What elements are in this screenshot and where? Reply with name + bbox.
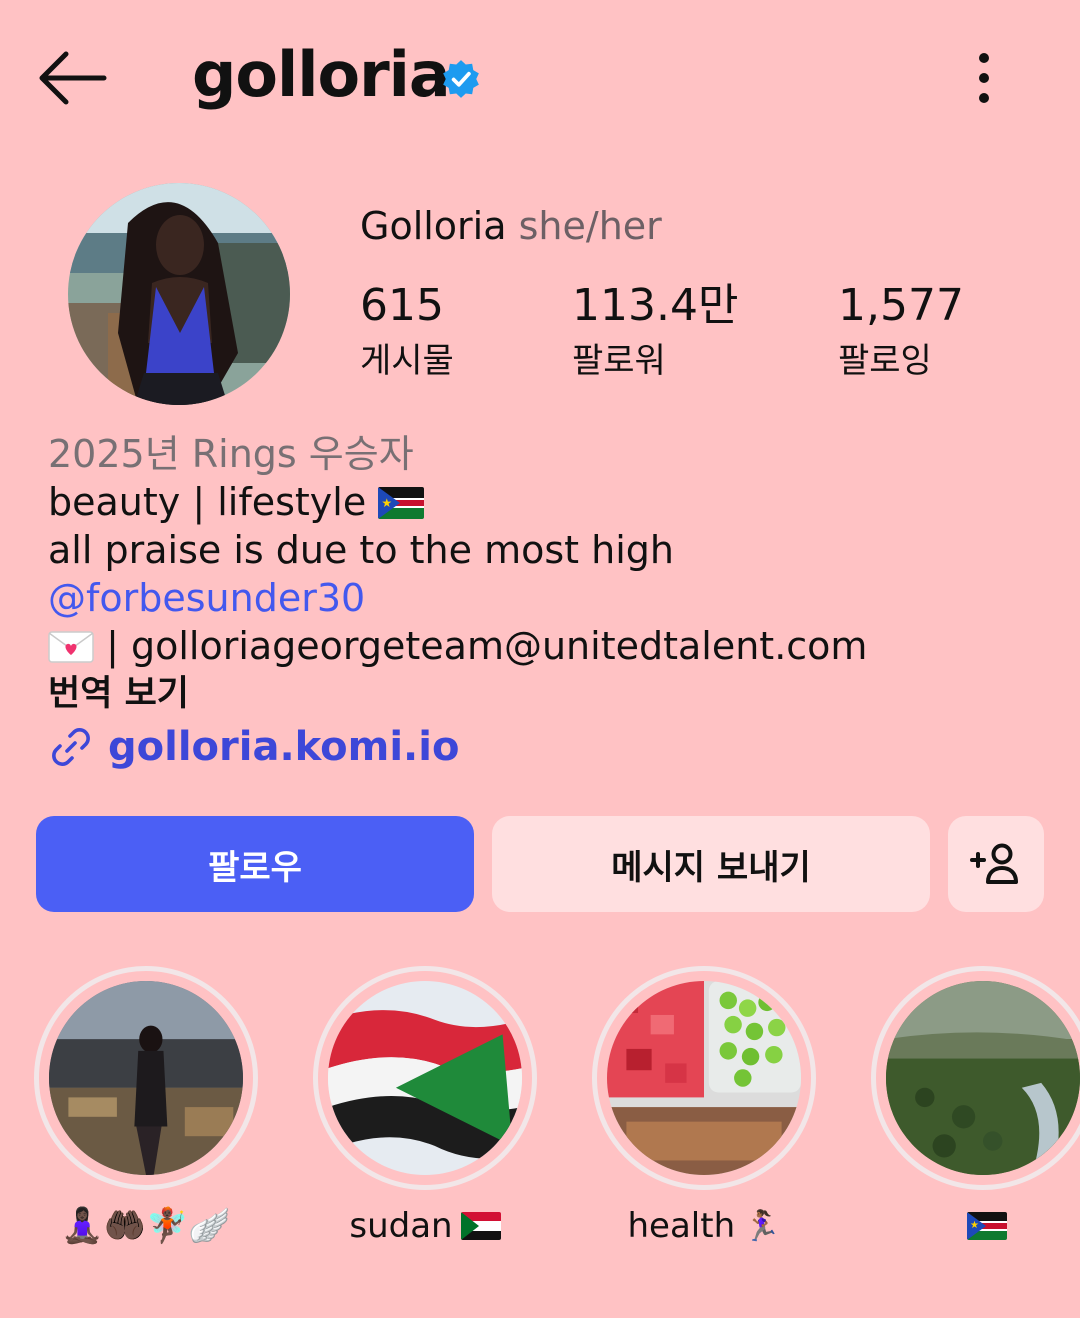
highlight-2-label: sudan [313, 1204, 537, 1248]
highlight-1-ring [34, 966, 258, 1190]
highlight-1-cover [49, 981, 243, 1175]
love-letter-icon [48, 631, 94, 663]
stat-followers[interactable]: 113.4만 팔로워 [572, 280, 738, 384]
suggested-accounts-button[interactable] [948, 816, 1044, 912]
follow-button[interactable]: 팔로우 [36, 816, 474, 912]
highlight-1[interactable]: 🧘🏿‍♀️🤲🏿🧚🏿🪽 [34, 966, 258, 1248]
south-sudan-flag-icon: ★ [967, 1212, 1007, 1240]
highlight-3-cover [607, 981, 801, 1175]
display-name: Golloria [360, 204, 507, 248]
highlight-3-label-text: health [627, 1206, 736, 1246]
message-button[interactable]: 메시지 보내기 [492, 816, 930, 912]
sudan-flag-icon [460, 1212, 501, 1240]
highlight-4-cover [886, 981, 1080, 1175]
stat-followers-value: 113.4만 [572, 280, 739, 331]
pronouns: she/her [518, 204, 662, 248]
more-vertical-icon [979, 53, 989, 103]
verified-badge-icon [443, 60, 479, 98]
bio-email-text: | golloriageorgeteam@unitedtalent.com [106, 624, 868, 668]
external-link[interactable]: golloria.komi.io [48, 724, 1048, 770]
highlight-1-label: 🧘🏿‍♀️🤲🏿🧚🏿🪽 [34, 1204, 258, 1248]
add-person-icon [970, 843, 1018, 884]
stat-posts-value: 615 [360, 280, 444, 331]
arrow-left-icon [39, 51, 107, 105]
back-button[interactable] [36, 50, 108, 106]
highlight-2-cover [328, 981, 522, 1175]
highlight-4-ring [871, 966, 1080, 1190]
highlight-3-ring [592, 966, 816, 1190]
highlight-2-label-text: sudan [349, 1206, 453, 1246]
bio-email-line: | golloriageorgeteam@unitedtalent.com [48, 622, 1048, 670]
stat-following-value: 1,577 [838, 280, 964, 331]
more-options-button[interactable] [962, 48, 1006, 108]
stat-posts[interactable]: 615 게시물 [360, 280, 454, 384]
external-link-text: golloria.komi.io [108, 724, 460, 770]
highlight-1-label-text: 🧘🏿‍♀️🤲🏿🧚🏿🪽 [61, 1206, 231, 1246]
runner-emoji-icon: 🏃🏾‍♀️ [743, 1208, 781, 1244]
profile-bio: 2025년 Rings 우승자 beauty | lifestyle ★ all… [48, 430, 1048, 770]
stat-following-label: 팔로잉 [838, 341, 932, 381]
highlight-3-label: health 🏃🏾‍♀️ [592, 1204, 816, 1248]
south-sudan-flag-icon: ★ [378, 487, 425, 519]
highlight-3[interactable]: health 🏃🏾‍♀️ [592, 966, 816, 1248]
see-translation-link[interactable]: 번역 보기 [48, 670, 1048, 718]
rings-award[interactable]: 2025년 Rings 우승자 [48, 430, 1048, 478]
stat-followers-label: 팔로워 [572, 341, 666, 381]
profile-avatar[interactable] [68, 183, 290, 405]
profile-username: golloria [192, 38, 451, 111]
highlight-4-label: ★ [871, 1204, 1080, 1248]
link-icon [52, 728, 90, 766]
bio-line-1: beauty | lifestyle ★ [48, 478, 1048, 526]
highlight-4[interactable]: ★ [871, 966, 1080, 1248]
highlight-2-ring [313, 966, 537, 1190]
bio-line-2: all praise is due to the most high [48, 528, 674, 572]
stat-following[interactable]: 1,577 팔로잉 [838, 280, 964, 384]
display-name-row: Golloria she/her [360, 204, 662, 248]
highlight-2[interactable]: sudan [313, 966, 537, 1248]
bio-mention-link[interactable]: @forbesunder30 [48, 574, 1048, 622]
bio-line-1-text: beauty | lifestyle [48, 480, 367, 524]
profile-page: golloria Golloria she/her 615 게시물 113.4만… [0, 0, 1080, 1318]
stat-posts-label: 게시물 [360, 341, 454, 381]
avatar-photo [68, 183, 290, 405]
